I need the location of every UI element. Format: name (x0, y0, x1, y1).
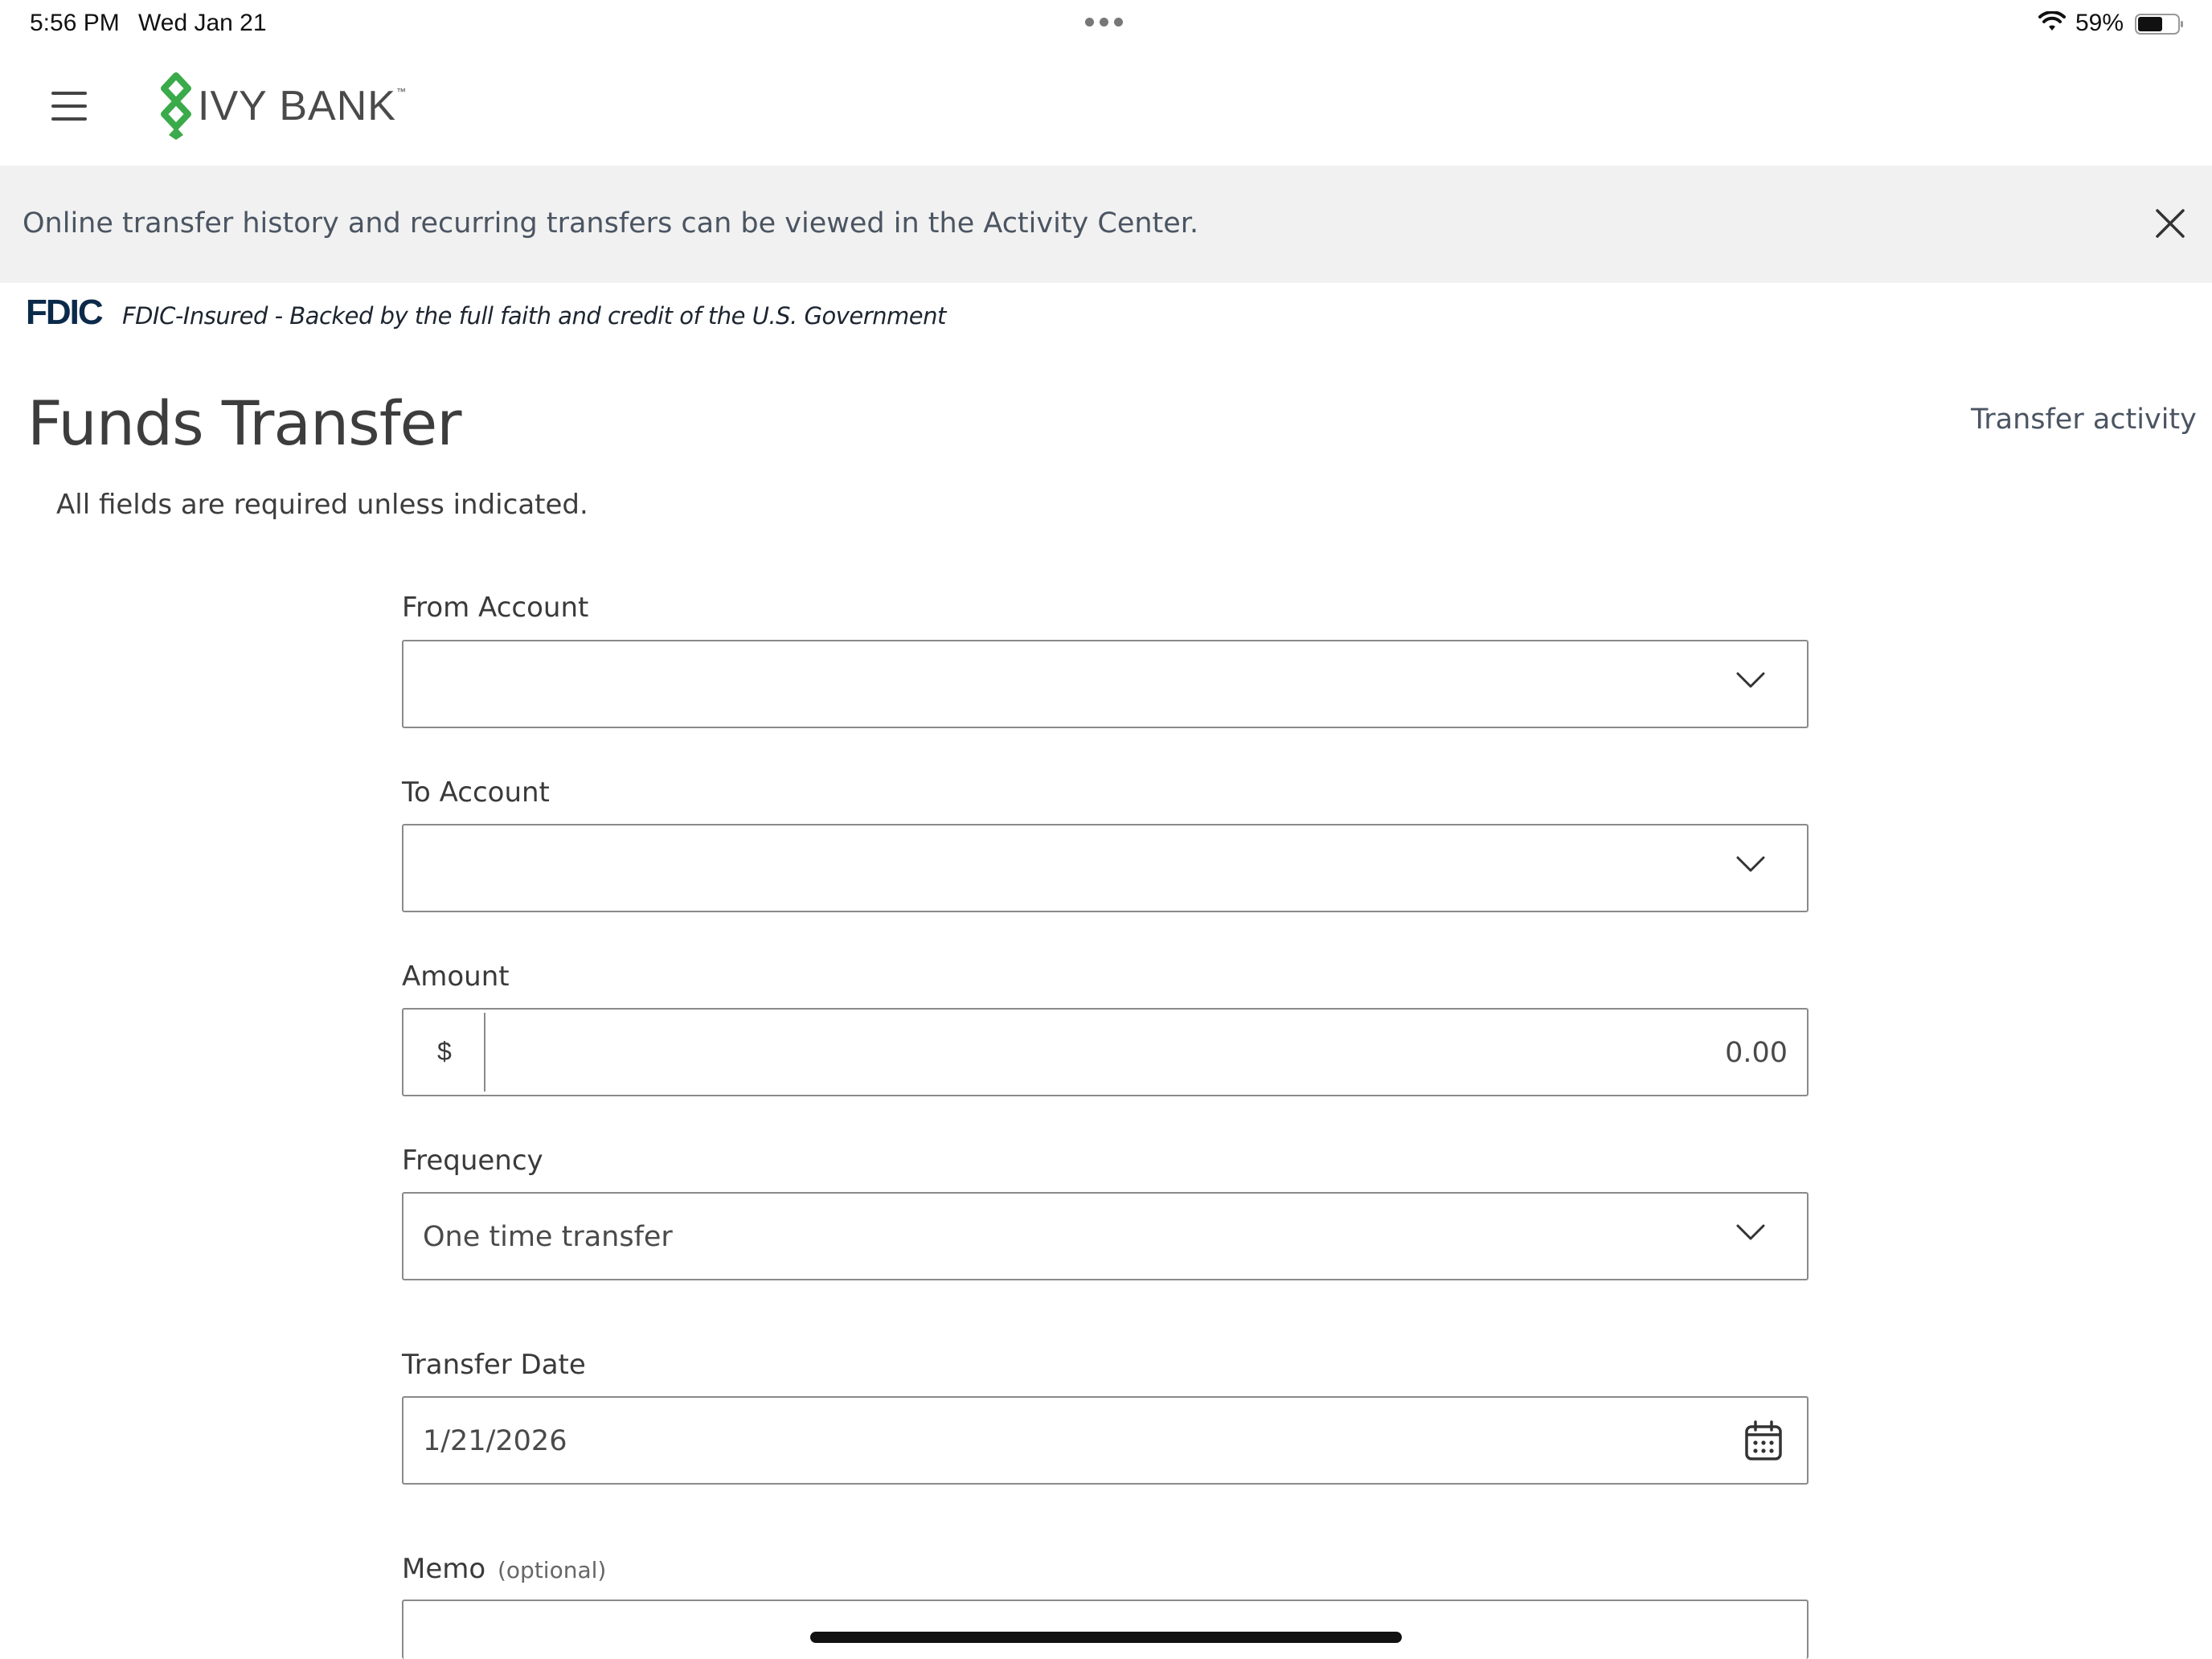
amount-input[interactable]: $ 0.00 (402, 1008, 1809, 1096)
chevron-down-icon (1736, 1224, 1765, 1240)
amount-label: Amount (402, 961, 510, 993)
menu-icon[interactable] (51, 92, 87, 121)
currency-symbol: $ (437, 1037, 452, 1066)
fdic-disclaimer: FDIC-Insured - Backed by the full faith … (122, 302, 946, 330)
chevron-down-icon (1736, 856, 1765, 872)
transfer-date-label: Transfer Date (402, 1349, 586, 1381)
chevron-down-icon (1736, 672, 1765, 688)
memo-input[interactable] (402, 1600, 1809, 1659)
close-icon[interactable] (2154, 207, 2186, 240)
multitasking-dots-icon[interactable] (1085, 18, 1123, 27)
logo-trademark: ™ (395, 86, 406, 97)
ivy-bank-logo[interactable]: IVY BANK ™ (158, 72, 406, 140)
amount-placeholder: 0.00 (1725, 1037, 1788, 1069)
status-date: Wed Jan 21 (138, 10, 267, 36)
frequency-select[interactable]: One time transfer (402, 1192, 1809, 1280)
wifi-icon (2038, 10, 2066, 36)
battery-icon (2135, 13, 2185, 39)
notice-banner-text: Online transfer history and recurring tr… (23, 207, 1199, 240)
required-fields-note: All fields are required unless indicated… (56, 489, 588, 521)
frequency-label: Frequency (402, 1145, 543, 1177)
status-time: 5:56 PM (30, 10, 120, 36)
to-account-select[interactable] (402, 824, 1809, 912)
transfer-date-input[interactable]: 1/21/2026 (402, 1396, 1809, 1485)
home-indicator[interactable] (810, 1632, 1402, 1643)
memo-label-text: Memo (402, 1553, 486, 1585)
ivy-leaf-icon (161, 72, 191, 140)
memo-optional-tag: (optional) (498, 1557, 607, 1583)
to-account-label: To Account (402, 776, 550, 809)
memo-label: Memo (optional) (402, 1553, 606, 1585)
currency-prefix: $ (403, 1013, 485, 1092)
page-title: Funds Transfer (27, 387, 461, 459)
battery-percent: 59% (2075, 10, 2124, 36)
logo-text: IVY BANK (198, 83, 396, 129)
transfer-activity-link[interactable]: Transfer activity (1971, 403, 2197, 436)
from-account-label: From Account (402, 592, 589, 624)
calendar-icon[interactable] (1744, 1420, 1783, 1462)
fdic-logo: FDIC (26, 293, 104, 332)
from-account-select[interactable] (402, 640, 1809, 728)
transfer-date-value: 1/21/2026 (423, 1425, 567, 1457)
frequency-value: One time transfer (423, 1221, 673, 1253)
